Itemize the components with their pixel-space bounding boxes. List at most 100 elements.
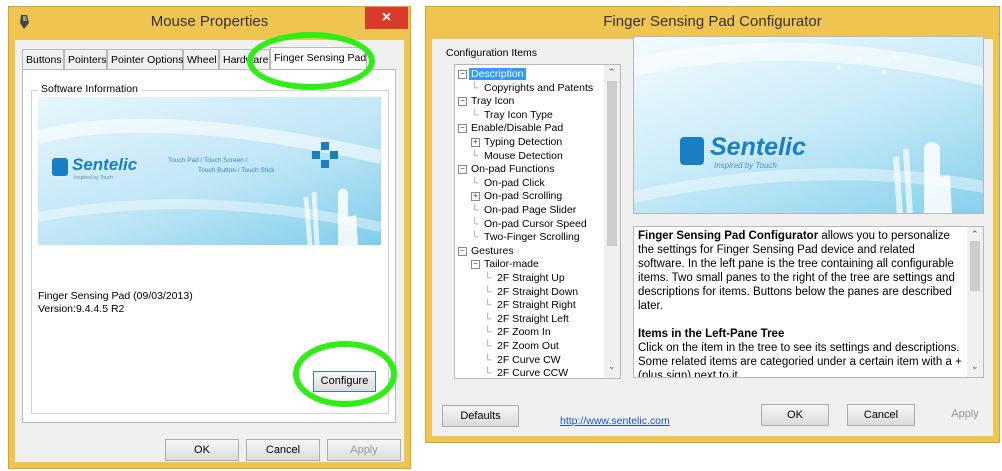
collapse-icon[interactable]: − (458, 246, 467, 256)
scroll-up-icon[interactable]: ⌃ (971, 229, 979, 240)
tree-item[interactable]: └ 2F Zoom Out (484, 339, 561, 353)
description-text: Finger Sensing Pad Configurator allows y… (638, 229, 964, 377)
tree-item[interactable]: └ On-pad Click (471, 176, 547, 190)
description-scroll-thumb[interactable] (970, 241, 980, 291)
banner-brand: Sentelic (710, 133, 806, 161)
configure-button[interactable]: Configure (313, 371, 376, 392)
cancel-button[interactable]: Cancel (246, 439, 320, 461)
tree-item[interactable]: └ On-pad Cursor Speed (471, 217, 589, 231)
tree-item[interactable]: └ 2F Straight Left (484, 312, 571, 326)
collapse-icon[interactable]: − (458, 96, 467, 106)
scroll-down-icon[interactable]: ⌄ (971, 361, 979, 372)
tab-finger-sensing-pad[interactable]: Finger Sensing Pad (270, 47, 367, 70)
tree-item-label: Description (469, 68, 526, 80)
tree-items: − Description └ Copyrights and Patents − Tray… (458, 67, 603, 379)
banner-brand: Sentelic (72, 155, 138, 174)
collapse-icon[interactable]: − (471, 260, 480, 270)
scroll-down-icon[interactable]: ⌄ (608, 361, 616, 372)
tree-scroll-thumb[interactable] (607, 81, 617, 246)
tree-connector-icon: └ (471, 108, 479, 121)
ok-button[interactable]: OK (165, 439, 239, 461)
tree-scrollbar[interactable]: ⌃ ⌄ (604, 65, 620, 378)
tab-pointer-options[interactable]: Pointer Options (107, 49, 183, 69)
window-title: Mouse Properties (150, 13, 269, 30)
description-pane: Finger Sensing Pad Configurator allows y… (633, 226, 984, 378)
tree-item[interactable]: └ Mouse Detection (471, 149, 565, 163)
tree-connector-icon: └ (471, 81, 479, 94)
sentelic-banner: Sentelic Inspired by Touch Touch Pad / T… (38, 97, 381, 245)
button-label: Apply (350, 444, 378, 456)
tree-connector-icon: └ (484, 340, 492, 352)
description-scrollbar[interactable]: ⌃ ⌄ (967, 227, 983, 377)
description-heading: Items in the Left-Pane Tree (638, 328, 785, 340)
tree-item[interactable]: └ Copyrights and Patents (471, 81, 595, 95)
mouse-properties-window: Mouse Properties × Buttons Pointers Poin… (8, 6, 411, 469)
button-label: Cancel (863, 409, 899, 421)
tree-connector-icon: └ (471, 217, 479, 230)
tree-item-label: Tailor-made (484, 258, 539, 271)
tree-item[interactable]: − Enable/Disable Pad (458, 121, 565, 135)
tree-item-label: On-pad Cursor Speed (484, 217, 587, 230)
tab-hardware[interactable]: Hardware (219, 49, 270, 69)
expand-icon[interactable]: + (471, 137, 480, 147)
tree-item[interactable]: − Gestures (458, 244, 516, 258)
tree-item[interactable]: − Tailor-made (471, 257, 541, 271)
tab-wheel[interactable]: Wheel (183, 49, 219, 69)
close-button[interactable]: × (365, 7, 408, 29)
apply-button[interactable]: Apply (327, 439, 401, 461)
tree-connector-icon: └ (471, 204, 479, 216)
tab-buttons[interactable]: Buttons (22, 49, 64, 69)
tree-item[interactable]: + On-pad Scrolling (471, 189, 564, 203)
tree-item[interactable]: + Typing Detection (471, 135, 564, 149)
tree-item-label: On-pad Page Slider (484, 204, 577, 216)
tree-item-label: Copyrights and Patents (484, 81, 594, 94)
tree-item-label: On-pad Functions (471, 163, 555, 176)
tree-connector-icon: └ (484, 299, 492, 312)
tree-item-label: 2F Curve CCW (497, 367, 569, 379)
tree-item-label: 2F Straight Down (497, 285, 579, 298)
tree-connector-icon: └ (471, 149, 479, 162)
collapse-icon[interactable]: − (458, 164, 467, 174)
tree-connector-icon: └ (484, 272, 492, 284)
tree-item-label: 2F Straight Left (497, 312, 569, 325)
tree-item[interactable]: − Description (458, 67, 526, 81)
collapse-icon[interactable]: − (458, 124, 467, 134)
tab-label: Finger Sensing Pad (274, 52, 367, 64)
sentelic-logo-icon (680, 137, 704, 165)
scroll-up-icon[interactable]: ⌃ (608, 67, 616, 78)
tree-item[interactable]: └ 2F Curve CW (484, 353, 563, 367)
expand-icon[interactable]: + (471, 192, 480, 202)
tree-item[interactable]: └ On-pad Page Slider (471, 203, 578, 217)
tab-pointers[interactable]: Pointers (64, 49, 107, 69)
sentelic-link[interactable]: http://www.sentelic.com (560, 415, 670, 427)
tree-item-label: Tray Icon Type (484, 108, 553, 121)
tree-item-label: 2F Straight Up (497, 272, 565, 284)
mouse-properties-titlebar: Mouse Properties (9, 7, 410, 39)
tree-item-label: On-pad Click (484, 176, 545, 189)
tree-item[interactable]: − On-pad Functions (458, 162, 556, 176)
banner-tagline: Inspired by Touch (74, 175, 114, 181)
tree-item-label: Typing Detection (484, 136, 563, 148)
tab-label: Pointers (68, 54, 107, 66)
tree-item[interactable]: └ 2F Curve CCW (484, 366, 570, 379)
tree-item-label: Mouse Detection (484, 149, 563, 162)
tree-item[interactable]: └ 2F Straight Down (484, 285, 580, 299)
tree-connector-icon: └ (471, 231, 479, 244)
collapse-icon[interactable]: − (458, 69, 467, 79)
config-tree[interactable]: − Description └ Copyrights and Patents − Tray… (454, 64, 621, 379)
defaults-button[interactable]: Defaults (442, 405, 519, 427)
ok-button[interactable]: OK (761, 404, 829, 426)
tree-item[interactable]: └ 2F Zoom In (484, 325, 553, 339)
tab-label: Wheel (187, 54, 217, 66)
tree-item[interactable]: − Tray Icon (458, 94, 516, 108)
tree-connector-icon: └ (484, 353, 492, 366)
device-version: Version:9.4.4.5 R2 (38, 303, 125, 315)
apply-button[interactable]: Apply (931, 404, 999, 426)
cancel-button[interactable]: Cancel (847, 404, 915, 426)
tree-item[interactable]: └ Tray Icon Type (471, 108, 555, 122)
tree-item[interactable]: └ Two-Finger Scrolling (471, 230, 582, 244)
tree-item[interactable]: └ 2F Straight Right (484, 298, 578, 312)
tab-label: Buttons (26, 54, 62, 66)
tree-item[interactable]: └ 2F Straight Up (484, 271, 567, 285)
tree-connector-icon: └ (484, 367, 492, 379)
